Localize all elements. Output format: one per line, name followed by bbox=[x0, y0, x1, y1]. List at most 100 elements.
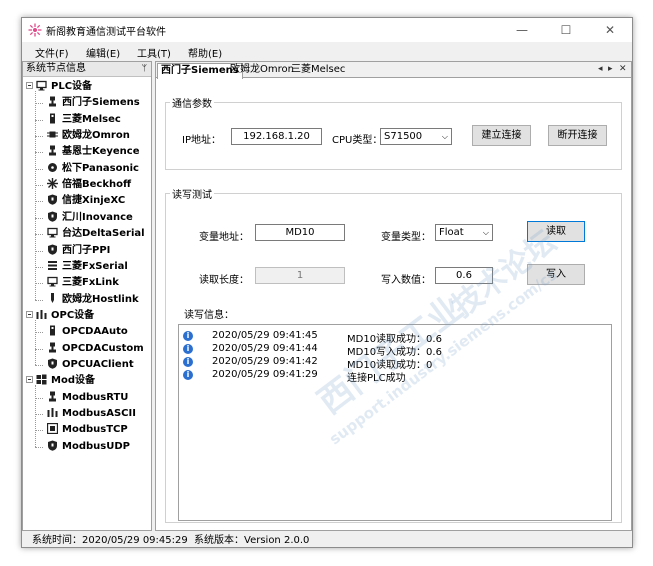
log-time: 2020/05/29 09:41:29 bbox=[212, 369, 318, 380]
menu-edit[interactable]: 编辑(E) bbox=[86, 45, 120, 60]
menu-help[interactable]: 帮助(E) bbox=[188, 45, 222, 60]
tree-item-label: 三菱Melsec bbox=[62, 113, 121, 125]
status-version-label: 系统版本： bbox=[194, 535, 244, 546]
tree-item[interactable]: ModbusASCII bbox=[47, 406, 136, 422]
write-button[interactable]: 写入 bbox=[527, 264, 585, 285]
tree-group-2[interactable]: Mod设备 bbox=[26, 373, 95, 389]
addr-input[interactable]: MD10 bbox=[255, 224, 345, 241]
tree-group-label: Mod设备 bbox=[51, 375, 95, 387]
chevron-down-icon: ⌵ bbox=[482, 228, 489, 237]
tree-item-label: ModbusRTU bbox=[62, 391, 129, 403]
menu-tools[interactable]: 工具(T) bbox=[137, 45, 171, 60]
comm-params-title: 通信参数 bbox=[170, 95, 214, 110]
app-window: 新阁教育通信测试平台软件 — ☐ ✕ 文件(F) 编辑(E) 工具(T) 帮助(… bbox=[21, 17, 633, 548]
menu-bar: 文件(F) 编辑(E) 工具(T) 帮助(E) bbox=[22, 42, 632, 60]
log-message: 连接PLC成功 bbox=[347, 373, 406, 384]
tab-melsec[interactable]: 三菱Melsec bbox=[288, 63, 348, 78]
write-value-input[interactable]: 0.6 bbox=[435, 267, 493, 284]
collapse-icon[interactable] bbox=[26, 310, 33, 318]
pen-icon bbox=[51, 292, 54, 303]
tree-item[interactable]: 三菱FxSerial bbox=[47, 259, 128, 275]
tree-item-label: ModbusUDP bbox=[62, 440, 130, 452]
tree-item[interactable]: 倍福Beckhoff bbox=[47, 177, 131, 193]
tree-item-label: 三菱FxLink bbox=[62, 277, 119, 289]
collapse-icon[interactable] bbox=[26, 376, 33, 384]
title-bar: 新阁教育通信测试平台软件 — ☐ ✕ bbox=[22, 18, 632, 42]
plc-icon bbox=[49, 96, 56, 107]
tree-item[interactable]: 三菱Melsec bbox=[47, 112, 121, 128]
log-title: 读写信息： bbox=[184, 310, 234, 321]
tree-item[interactable]: 西门子PPI bbox=[47, 243, 110, 259]
ip-input[interactable]: 192.168.1.20 bbox=[231, 128, 322, 145]
tree-item[interactable]: 松下Panasonic bbox=[47, 161, 139, 177]
tree-item[interactable]: 基恩士Keyence bbox=[47, 144, 140, 160]
tab-close-icon[interactable]: ✕ bbox=[619, 64, 627, 74]
connect-button[interactable]: 建立连接 bbox=[472, 125, 531, 146]
bars-icon bbox=[36, 309, 47, 319]
window-title: 新阁教育通信测试平台软件 bbox=[46, 27, 166, 38]
list-icon bbox=[48, 260, 57, 270]
tree-item-label: 欧姆龙Omron bbox=[62, 130, 130, 142]
tree-item[interactable]: 信捷XinjeXC bbox=[47, 193, 125, 209]
close-button[interactable]: ✕ bbox=[588, 18, 632, 42]
write-value-label: 写入数值： bbox=[381, 275, 431, 286]
menu-file[interactable]: 文件(F) bbox=[35, 45, 69, 60]
tree-item-label: 台达DeltaSerial bbox=[62, 228, 145, 240]
log-list[interactable]: i 2020/05/29 09:41:45 MD10读取成功：0.6 i 202… bbox=[178, 324, 612, 521]
tree-item-label: 欧姆龙Hostlink bbox=[62, 293, 139, 305]
fan-icon bbox=[48, 162, 57, 172]
log-entry: i 2020/05/29 09:41:42 MD10读取成功：0 bbox=[179, 356, 609, 371]
tree-item[interactable]: ModbusRTU bbox=[47, 390, 128, 406]
read-button[interactable]: 读取 bbox=[527, 221, 585, 242]
chevron-down-icon: ⌵ bbox=[441, 132, 448, 141]
minimize-button[interactable]: — bbox=[500, 18, 544, 42]
tree-group-1[interactable]: OPC设备 bbox=[26, 308, 94, 324]
maximize-button[interactable]: ☐ bbox=[544, 18, 588, 42]
panel-title: 系统节点信息 bbox=[26, 63, 86, 74]
tree-item-label: 三菱FxSerial bbox=[62, 260, 128, 272]
tab-next-icon[interactable]: ▸ bbox=[608, 64, 613, 74]
shield-icon bbox=[48, 194, 57, 206]
tree-item[interactable]: 汇川Inovance bbox=[47, 210, 133, 226]
log-time: 2020/05/29 09:41:45 bbox=[212, 330, 318, 341]
monitor-icon bbox=[36, 80, 47, 91]
cpu-label: CPU类型： bbox=[332, 135, 383, 146]
tree-item[interactable]: 西门子Siemens bbox=[47, 95, 140, 111]
star-icon bbox=[47, 178, 58, 190]
len-input: 1 bbox=[255, 267, 345, 284]
log-time: 2020/05/29 09:41:42 bbox=[212, 356, 318, 367]
plc-icon bbox=[49, 391, 56, 402]
tab-omron[interactable]: 欧姆龙Omron bbox=[227, 63, 297, 78]
type-label: 变量类型： bbox=[381, 232, 431, 243]
rw-test-title: 读写测试 bbox=[170, 186, 214, 201]
tree-item[interactable]: ModbusTCP bbox=[47, 422, 128, 438]
tree-item-label: OPCDACustom bbox=[62, 342, 144, 354]
type-select-value: Float bbox=[439, 227, 464, 238]
collapse-icon[interactable] bbox=[26, 82, 33, 89]
tree-item[interactable]: OPCUAClient bbox=[47, 357, 134, 373]
tree-item[interactable]: 欧姆龙Hostlink bbox=[47, 292, 139, 308]
bars-icon bbox=[47, 408, 58, 417]
cpu-select[interactable]: S71500 ⌵ bbox=[380, 128, 452, 145]
tree-item[interactable]: OPCDAAuto bbox=[47, 324, 128, 340]
info-icon: i bbox=[183, 331, 193, 341]
tree-item[interactable]: 三菱FxLink bbox=[47, 275, 119, 291]
tab-prev-icon[interactable]: ◂ bbox=[598, 64, 603, 74]
type-select[interactable]: Float ⌵ bbox=[435, 224, 493, 241]
info-icon: i bbox=[183, 370, 193, 380]
tree-item[interactable]: 欧姆龙Omron bbox=[47, 128, 130, 144]
tree-item-label: 基恩士Keyence bbox=[62, 146, 140, 158]
tree-item[interactable]: 台达DeltaSerial bbox=[47, 226, 145, 242]
tree-item-label: 信捷XinjeXC bbox=[62, 195, 126, 207]
chip-icon bbox=[47, 131, 58, 138]
tree-item[interactable]: OPCDACustom bbox=[47, 341, 144, 357]
monitor-icon bbox=[47, 277, 58, 287]
tree-group-label: PLC设备 bbox=[51, 81, 93, 92]
tree-item-label: OPCDAAuto bbox=[62, 326, 128, 338]
tree-item-label: 松下Panasonic bbox=[62, 162, 139, 174]
disconnect-button[interactable]: 断开连接 bbox=[548, 125, 607, 146]
pin-icon[interactable]: ᛘ bbox=[142, 62, 147, 76]
tree-item-label: 西门子PPI bbox=[62, 244, 111, 256]
tree-item[interactable]: ModbusUDP bbox=[47, 439, 130, 455]
plc-icon bbox=[49, 342, 56, 353]
